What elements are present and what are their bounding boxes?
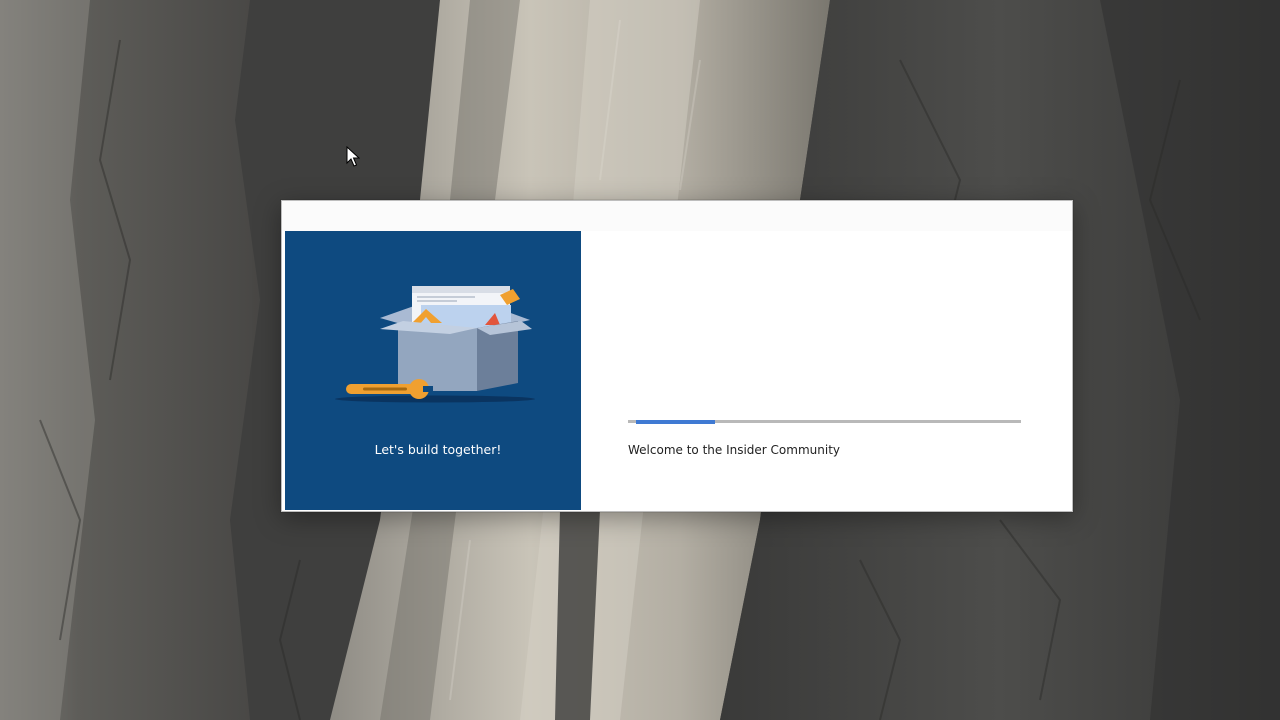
hero-panel: Let's build together!: [285, 231, 581, 510]
hero-caption: Let's build together!: [374, 442, 502, 457]
mouse-cursor-icon: [346, 146, 360, 167]
installer-window: Let's build together! Welcome to the Ins…: [281, 200, 1073, 512]
progress-bar: [628, 419, 1021, 424]
desktop: Let's build together! Welcome to the Ins…: [0, 0, 1280, 720]
status-text: Welcome to the Insider Community: [628, 443, 841, 457]
window-titlebar[interactable]: [282, 201, 1072, 231]
progress-bar-fill: [636, 419, 715, 424]
open-toolbox-illustration: [335, 286, 535, 403]
